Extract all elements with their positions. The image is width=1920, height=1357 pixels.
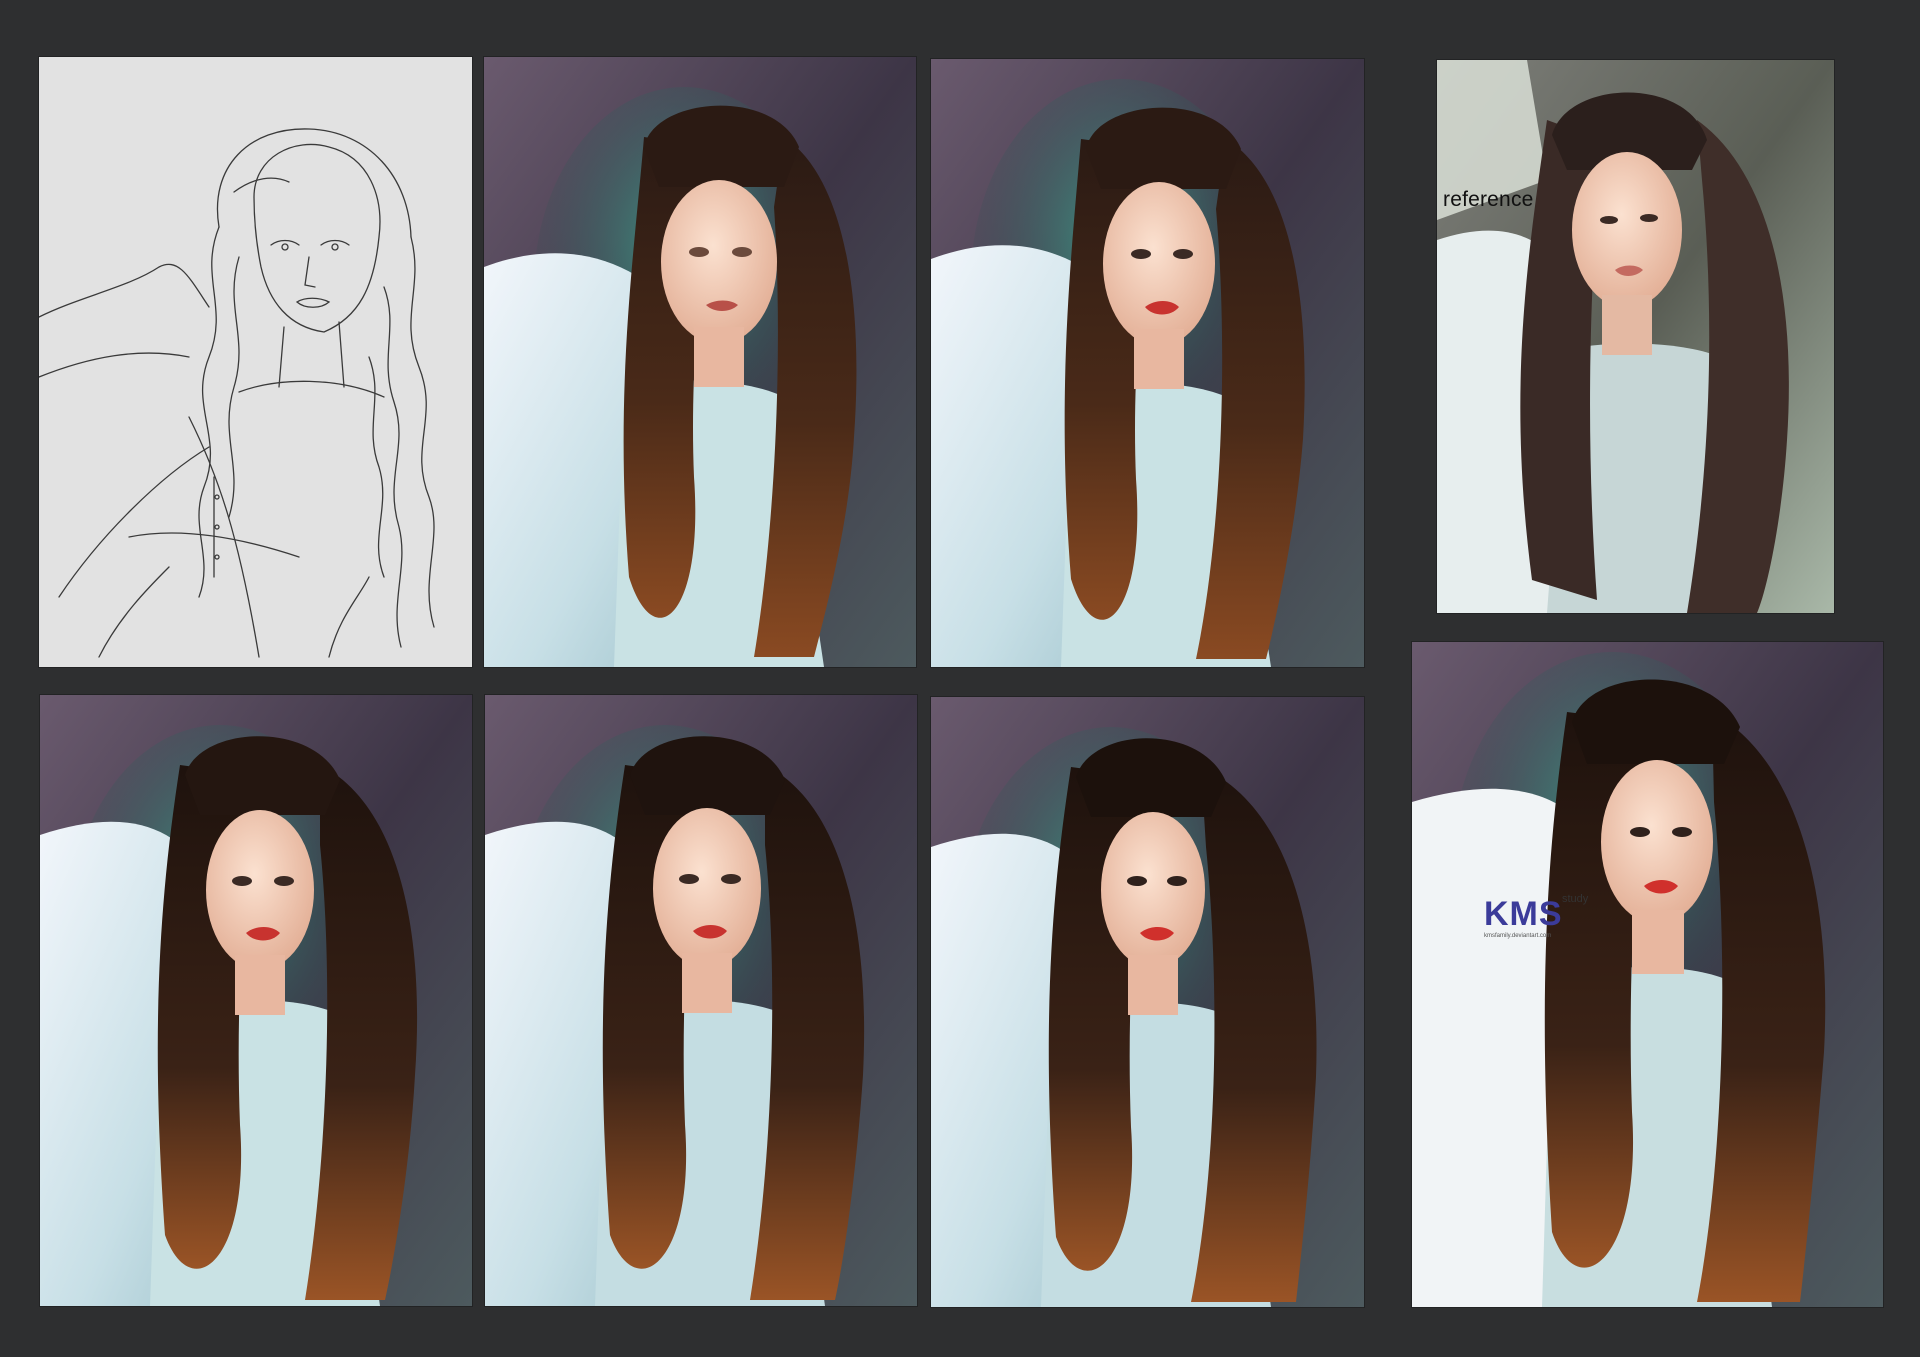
kms-watermark: KMS study kmsfamily.deviantart.com xyxy=(1484,893,1588,939)
portrait-painting xyxy=(484,57,916,667)
sketch-panel xyxy=(39,57,472,667)
reference-label: reference xyxy=(1443,188,1534,211)
portrait-painting xyxy=(40,695,472,1306)
portrait-painting xyxy=(931,59,1364,667)
portrait-painting xyxy=(485,695,917,1306)
reference-panel: reference xyxy=(1437,60,1834,613)
watermark-url: kmsfamily.deviantart.com xyxy=(1484,933,1552,939)
stage-5-panel xyxy=(40,695,472,1306)
stage-2-panel xyxy=(484,57,916,667)
stage-6-panel xyxy=(485,695,917,1306)
watermark-logo: KMS xyxy=(1484,895,1563,933)
final-panel: KMS study kmsfamily.deviantart.com xyxy=(1412,642,1883,1307)
portrait-painting xyxy=(931,697,1364,1307)
stage-3-panel xyxy=(931,59,1364,667)
reference-photo xyxy=(1437,60,1834,613)
sketch-drawing xyxy=(39,57,472,667)
watermark-suffix: study xyxy=(1562,893,1589,905)
portrait-painting xyxy=(1412,642,1883,1307)
stage-7-panel xyxy=(931,697,1364,1307)
